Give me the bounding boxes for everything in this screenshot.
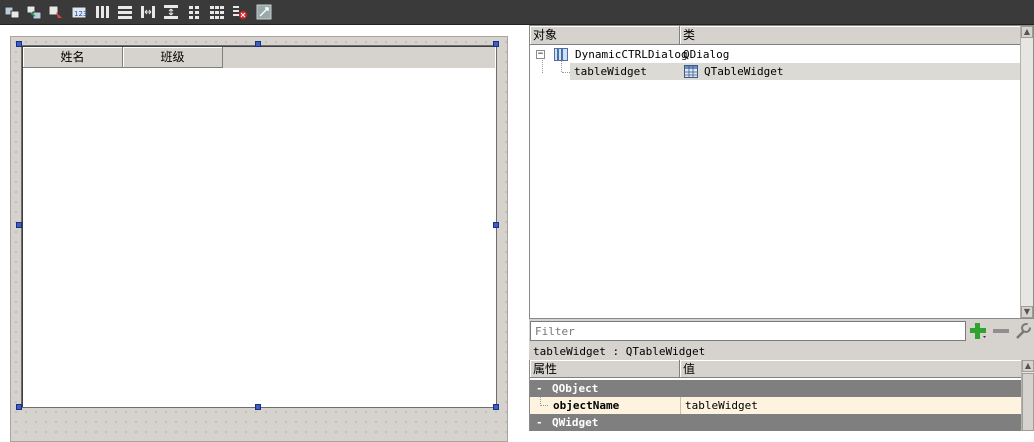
edit-widgets-icon[interactable] (4, 4, 20, 20)
tree-class-name: QDialog (683, 48, 730, 61)
plus-icon[interactable] (969, 322, 987, 343)
group-collapse-icon[interactable]: - (536, 414, 543, 431)
table-column-name-header[interactable]: 姓名 (23, 47, 123, 68)
wrench-icon[interactable] (1014, 322, 1033, 343)
object-inspector-scrollbar[interactable]: ▲ ▼ (1020, 26, 1033, 318)
property-filter-bar (529, 319, 1034, 343)
svg-text:123: 123 (74, 10, 87, 18)
group-collapse-icon[interactable]: - (536, 380, 543, 397)
resize-handle-bottom-left[interactable] (16, 404, 22, 410)
resize-handle-bottom[interactable] (255, 404, 261, 410)
dialog-icon (554, 48, 568, 66)
property-value[interactable]: tableWidget (685, 397, 758, 414)
tree-branch-line (540, 397, 548, 406)
object-column-header[interactable]: 对象 (530, 26, 680, 45)
class-column-header[interactable]: 类 (680, 26, 1021, 45)
layout-form-icon[interactable] (186, 4, 202, 20)
column-divider (680, 397, 681, 414)
table-widget-icon (684, 65, 698, 83)
scroll-up-icon[interactable]: ▲ (1022, 360, 1034, 372)
property-group-qobject[interactable]: - QObject (530, 380, 1022, 397)
property-column-header[interactable]: 属性 (530, 360, 680, 378)
tree-object-name: DynamicCTRLDialog (575, 48, 688, 61)
tab-order-icon[interactable]: 123 (71, 4, 87, 20)
signals-slots-icon[interactable] (26, 4, 42, 20)
layout-grid-icon[interactable] (209, 4, 225, 20)
tree-row-table-widget[interactable]: tableWidget QTableWidget (570, 63, 1021, 80)
property-group-label: QWidget (552, 416, 599, 429)
scrollbar-thumb[interactable] (1022, 373, 1034, 431)
tree-object-name: tableWidget (574, 65, 647, 78)
tree-class-name: QTableWidget (704, 65, 784, 78)
resize-handle-top[interactable] (255, 41, 261, 47)
scroll-up-icon[interactable]: ▲ (1021, 26, 1033, 38)
filter-input[interactable] (530, 321, 966, 341)
resize-handle-top-right[interactable] (493, 41, 499, 47)
collapse-toggle-icon[interactable]: − (536, 50, 545, 59)
resize-handle-bottom-right[interactable] (493, 404, 499, 410)
break-layout-icon[interactable] (232, 4, 248, 20)
value-column-header[interactable]: 值 (680, 360, 1022, 378)
table-header: 姓名 班级 (23, 47, 495, 68)
property-editor: 属性 值 - QObject objectName tableWidget - … (529, 360, 1034, 431)
tree-row-dialog[interactable]: − DynamicCTRLDialog QDialog (530, 46, 1021, 63)
form-editor-toolbar: 123 (0, 0, 1034, 25)
table-header-filler (223, 47, 495, 68)
resize-handle-top-left[interactable] (16, 41, 22, 47)
scroll-down-icon[interactable]: ▼ (1021, 306, 1033, 318)
splitter-vertical-icon[interactable] (163, 4, 179, 20)
minus-icon[interactable] (992, 322, 1010, 343)
resize-handle-right[interactable] (493, 222, 499, 228)
current-object-label: tableWidget : QTableWidget (529, 343, 1034, 360)
property-row-objectname[interactable]: objectName tableWidget (530, 397, 1022, 414)
layout-vertical-icon[interactable] (117, 4, 133, 20)
table-column-class-header[interactable]: 班级 (123, 47, 223, 68)
splitter-horizontal-icon[interactable] (140, 4, 156, 20)
buddies-icon[interactable] (48, 4, 64, 20)
property-group-qwidget[interactable]: - QWidget (530, 414, 1022, 431)
property-editor-scrollbar[interactable]: ▲ (1021, 360, 1034, 431)
object-inspector: 对象 类 − DynamicCTRLDialog QDialog tableWi… (529, 25, 1034, 319)
resize-handle-left[interactable] (16, 222, 22, 228)
property-group-label: QObject (552, 382, 599, 395)
layout-horizontal-icon[interactable] (95, 4, 111, 20)
adjust-size-icon[interactable] (256, 4, 272, 20)
property-name: objectName (553, 399, 620, 412)
table-widget[interactable]: 姓名 班级 (21, 45, 497, 408)
